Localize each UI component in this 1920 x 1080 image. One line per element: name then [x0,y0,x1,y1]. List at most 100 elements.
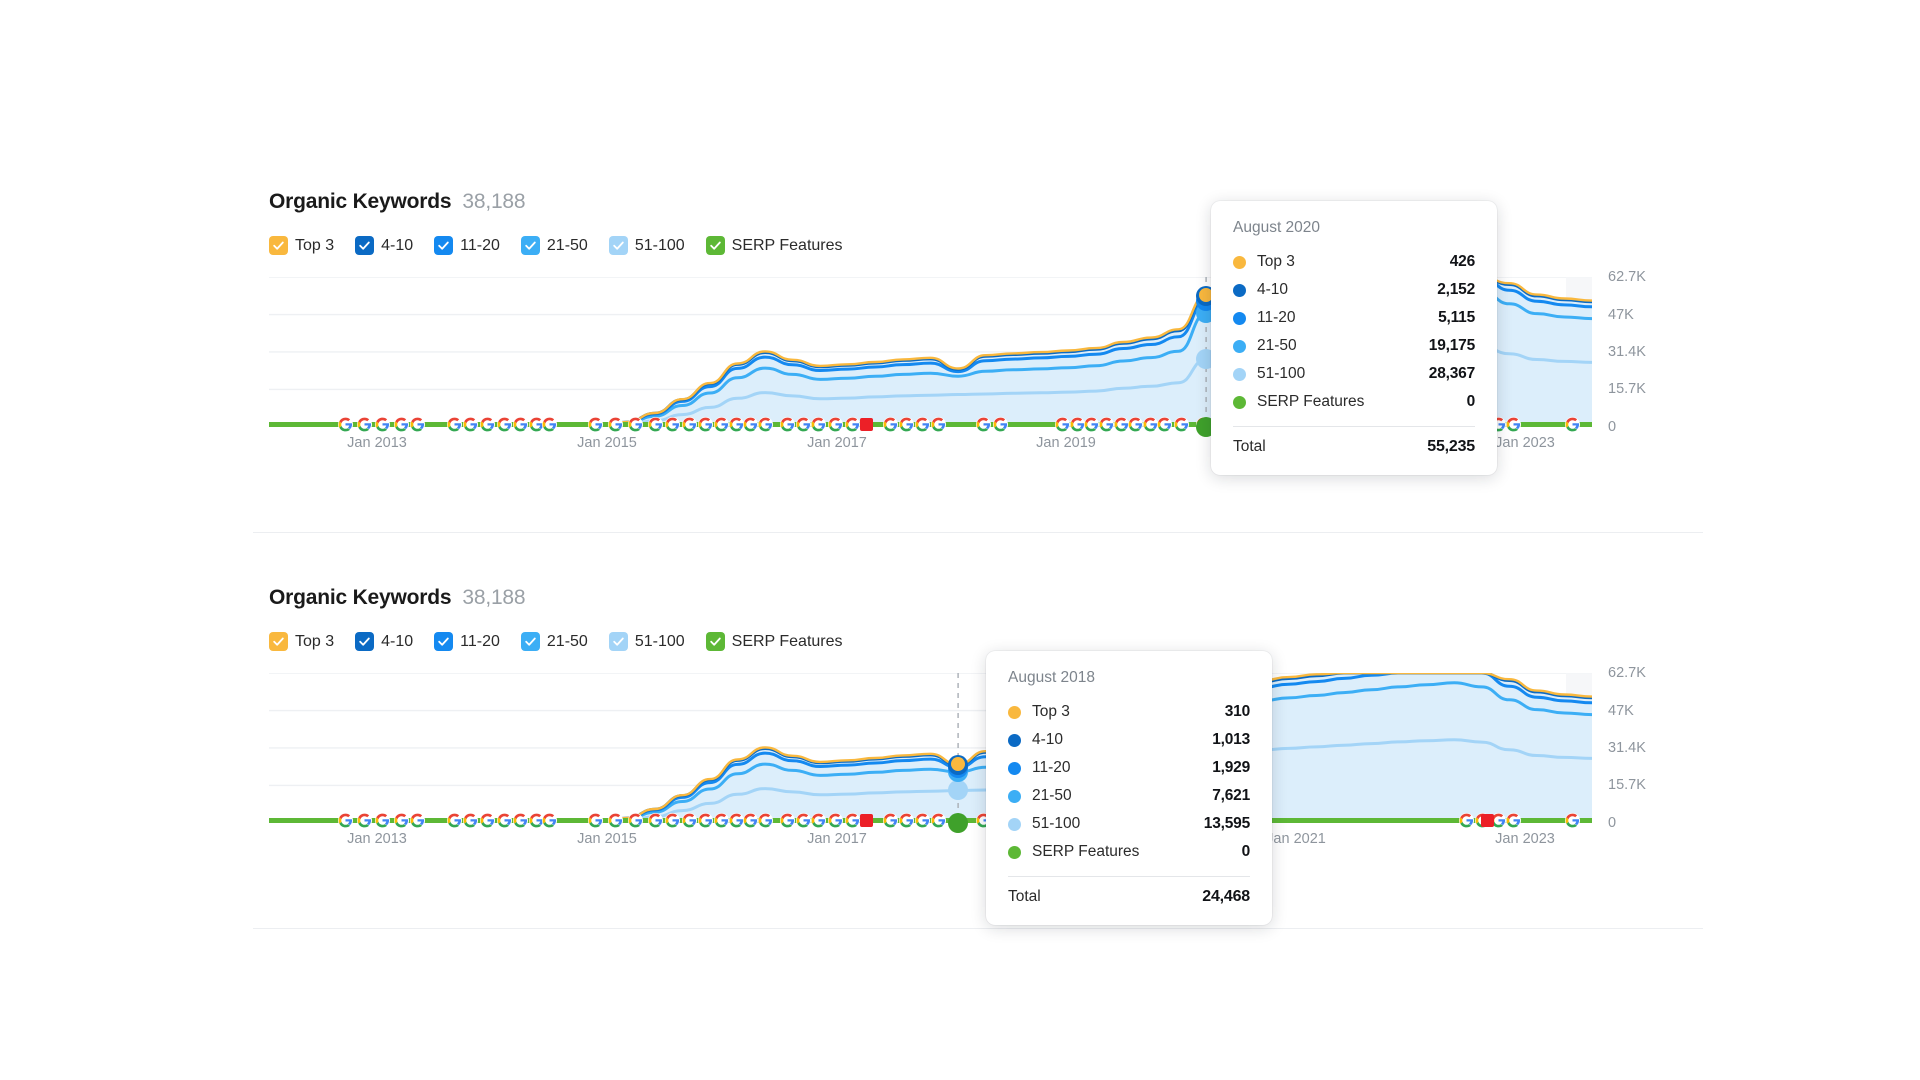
checkbox-icon[interactable] [520,236,540,255]
y-axis: 0 15.7K 31.4K 47K 62.7K [1608,665,1698,830]
legend: Top 3 4-10 11-20 21-50 51-100 SERP Features [253,632,1703,651]
tooltip-row-value: 0 [1241,843,1251,860]
legend-item-51-100[interactable]: 51-100 [608,236,685,255]
series-color-dot-icon [1008,733,1021,747]
tooltip-total-value: 24,468 [1202,888,1250,905]
chart-tooltip: August 2018 Top 3 310 4-10 1,013 11-20 1,929 2… [986,651,1272,925]
legend-item-label: 11-20 [460,632,500,650]
x-axis-tick-label: Jan 2019 [1036,435,1096,451]
tooltip-row-value: 7,621 [1212,787,1250,804]
checkbox-icon[interactable] [269,236,288,255]
card-header: Organic Keywords 38,188 [253,586,1703,610]
tooltip-row-value: 19,175 [1428,337,1475,354]
organic-keywords-chart-card-2: Organic Keywords 38,188 Top 3 4-10 11-20 21… [253,586,1703,929]
tooltip-row: 51-100 28,367 [1233,360,1475,388]
x-axis-tick-label: Jan 2015 [577,435,637,451]
checkbox-icon[interactable] [608,632,628,651]
tooltip-row-label: 51-100 [1032,815,1081,832]
tooltip-row: SERP Features 0 [1233,388,1475,416]
keyword-count: 38,188 [462,586,526,609]
y-axis: 0 15.7K 31.4K 47K 62.7K [1608,269,1698,434]
tooltip-divider [1233,426,1475,427]
tooltip-row-label: 51-100 [1257,365,1306,382]
chart-tooltip: August 2020 Top 3 426 4-10 2,152 11-20 5,115 2… [1211,201,1497,475]
series-color-dot-icon [1008,789,1021,803]
tooltip-row: 4-10 2,152 [1233,276,1475,304]
legend-item-21-50[interactable]: 21-50 [520,632,588,651]
checkbox-icon[interactable] [520,632,540,651]
tooltip-row: 11-20 5,115 [1233,304,1475,332]
series-color-dot-icon [1008,761,1021,775]
tooltip-row: 11-20 1,929 [1008,754,1250,782]
x-axis-tick-label: Jan 2021 [1266,831,1326,847]
y-axis-tick-label: 47K [1608,306,1634,323]
hover-data-point [948,813,969,833]
tooltip-row-value: 28,367 [1428,365,1475,382]
legend-item-label: 51-100 [634,236,685,254]
legend-item-4-10[interactable]: 4-10 [355,632,413,651]
legend-item-label: Top 3 [295,236,335,254]
tooltip-row-label: 21-50 [1257,337,1297,354]
legend-item-4-10[interactable]: 4-10 [355,236,413,255]
tooltip-date: August 2018 [1008,669,1096,686]
x-axis-tick-label: Jan 2015 [577,831,637,847]
legend-item-serp-features[interactable]: SERP Features [705,632,843,651]
tooltip-total-label: Total [1008,888,1041,905]
keyword-count: 38,188 [462,190,526,213]
y-axis-tick-label: 15.7K [1608,777,1646,794]
y-axis-tick-label: 31.4K [1608,343,1646,360]
legend-item-51-100[interactable]: 51-100 [608,632,685,651]
page-title: Organic Keywords [269,190,452,213]
legend-item-label: 11-20 [460,236,500,254]
tooltip-row-label: SERP Features [1257,393,1365,410]
x-axis-tick-label: Jan 2023 [1495,831,1555,847]
series-color-dot-icon [1233,283,1246,297]
y-axis-tick-label: 0 [1608,419,1617,435]
x-axis-tick-label: Jan 2013 [347,435,407,451]
legend-item-11-20[interactable]: 11-20 [434,632,500,651]
card-divider [253,928,1703,929]
tooltip-total-value: 55,235 [1427,438,1475,455]
legend-item-label: SERP Features [731,632,843,650]
tooltip-row-label: 11-20 [1032,759,1071,776]
tooltip-row-value: 310 [1224,703,1250,720]
series-color-dot-icon [1008,705,1021,719]
checkbox-icon[interactable] [705,632,725,651]
tooltip-row-value: 426 [1449,253,1475,270]
series-color-dot-icon [1233,255,1246,269]
series-color-dot-icon [1008,845,1021,859]
series-color-dot-icon [1233,395,1246,409]
legend-item-11-20[interactable]: 11-20 [434,236,500,255]
checkbox-icon[interactable] [434,236,454,255]
series-color-dot-icon [1233,311,1246,325]
checkbox-icon[interactable] [608,236,628,255]
y-axis-tick-label: 15.7K [1608,381,1646,398]
checkbox-icon[interactable] [434,632,454,651]
x-axis-tick-label: Jan 2017 [807,435,867,451]
series-color-dot-icon [1233,367,1246,381]
legend-item-label: 4-10 [381,236,414,254]
y-axis-tick-label: 31.4K [1608,739,1646,756]
tooltip-rows: Top 3 426 4-10 2,152 11-20 5,115 21-50 19,175 51… [1233,248,1475,416]
checkbox-icon[interactable] [355,632,375,651]
tooltip-row-value: 1,929 [1212,759,1250,776]
legend-item-21-50[interactable]: 21-50 [520,236,588,255]
legend-item-top-3[interactable]: Top 3 [269,632,334,651]
tooltip-row-value: 1,013 [1212,731,1250,748]
tooltip-row-value: 13,595 [1203,815,1250,832]
tooltip-row-label: Top 3 [1257,253,1295,270]
checkbox-icon[interactable] [355,236,375,255]
tooltip-row-label: 4-10 [1257,281,1289,298]
x-axis-tick-label: Jan 2013 [347,831,407,847]
checkbox-icon[interactable] [705,236,725,255]
tooltip-total-label: Total [1233,438,1266,455]
tooltip-total-row: Total 24,468 [1008,883,1250,911]
y-axis-tick-label: 62.7K [1608,665,1646,681]
page-root: Organic Keywords 38,188 Top 3 4-10 11-20 21… [0,0,1920,1080]
legend-item-serp-features[interactable]: SERP Features [705,236,843,255]
chart-canvas[interactable] [269,673,1592,833]
legend-item-top-3[interactable]: Top 3 [269,236,334,255]
tooltip-row: 4-10 1,013 [1008,726,1250,754]
checkbox-icon[interactable] [269,632,288,651]
tooltip-row: 21-50 7,621 [1008,782,1250,810]
